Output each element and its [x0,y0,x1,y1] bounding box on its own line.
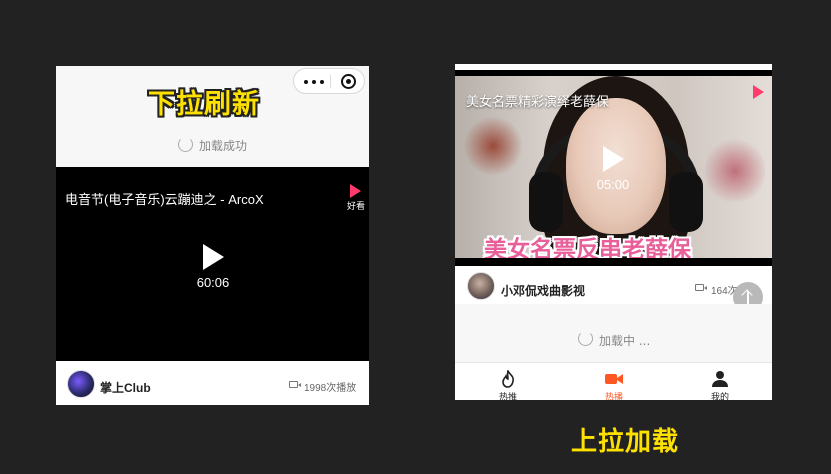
background-decoration [463,116,523,176]
load-more-caption: 上拉加载 [571,427,680,457]
video-title: 美女名票精彩演绎老薛保 [466,94,610,109]
haokan-logo-icon: 好看 [347,184,366,212]
refresh-status: 加载成功 [199,139,248,153]
avatar[interactable] [67,370,95,398]
tab-mine[interactable]: 我的 [667,363,772,400]
video-camera-icon [289,381,301,388]
author-name[interactable]: 掌上Club [100,379,151,396]
tab-hot-recommend[interactable]: 热推 [455,363,561,400]
close-miniprogram-icon[interactable] [341,74,356,89]
video-camera-icon [605,374,623,384]
miniprogram-capsule [293,68,365,94]
tab-label: 我的 [710,393,729,400]
video-camera-icon [695,284,707,291]
avatar[interactable] [467,272,495,300]
flame-icon [502,370,514,388]
load-more-footer: 加载中 ... [455,304,772,362]
haokan-logo-icon [751,85,764,99]
brand-label: 好看 [347,202,366,212]
tab-label: 热推 [498,393,517,400]
loading-spinner-icon [578,331,593,346]
pull-refresh-demo: 加载成功 电音节(电子音乐)云蹦迪之 - ArcoX 好看 60:06 掌上Cl… [56,66,369,405]
play-icon[interactable] [603,146,624,172]
more-icon[interactable] [304,80,324,84]
video-player[interactable]: 美女名票精彩演绎老薛保 05:00 美女名票反串老薛保 [455,76,772,258]
thumbnail-earcup [669,172,703,232]
author-name[interactable]: 小邓侃戏曲影视 [501,282,585,299]
bottom-tab-bar: 热推 热播 我的 [455,362,772,400]
background-decoration [705,136,765,206]
view-count: 1998次播放 [304,383,357,394]
video-duration: 60:06 [196,275,230,290]
video-duration: 05:00 [596,177,630,192]
pull-refresh-caption: 下拉刷新 [148,89,260,120]
tab-hot-play[interactable]: 热播 [561,363,667,400]
video-title: 电音节(电子音乐)云蹦迪之 - ArcoX [65,192,264,207]
load-more-status: 加载中 ... [599,334,651,348]
thumbnail-overlay-text: 美女名票反串老薛保 [484,237,691,258]
load-more-demo: 美女名票精彩演绎老薛保 05:00 美女名票反串老薛保 小邓侃戏曲影视 164次… [455,64,772,400]
video-bottom-bar [455,258,772,266]
tab-label: 热播 [604,393,623,400]
video-player[interactable]: 电音节(电子音乐)云蹦迪之 - ArcoX 好看 60:06 [56,167,369,361]
video-card-footer: 掌上Club 1998次播放 [56,361,369,405]
person-icon [712,371,728,387]
play-icon[interactable] [203,244,224,270]
thumbnail-earcup [529,172,563,232]
capsule-divider [330,75,331,88]
video-card-footer: 小邓侃戏曲影视 164次播放 [455,266,772,304]
loading-spinner-icon [178,137,193,152]
